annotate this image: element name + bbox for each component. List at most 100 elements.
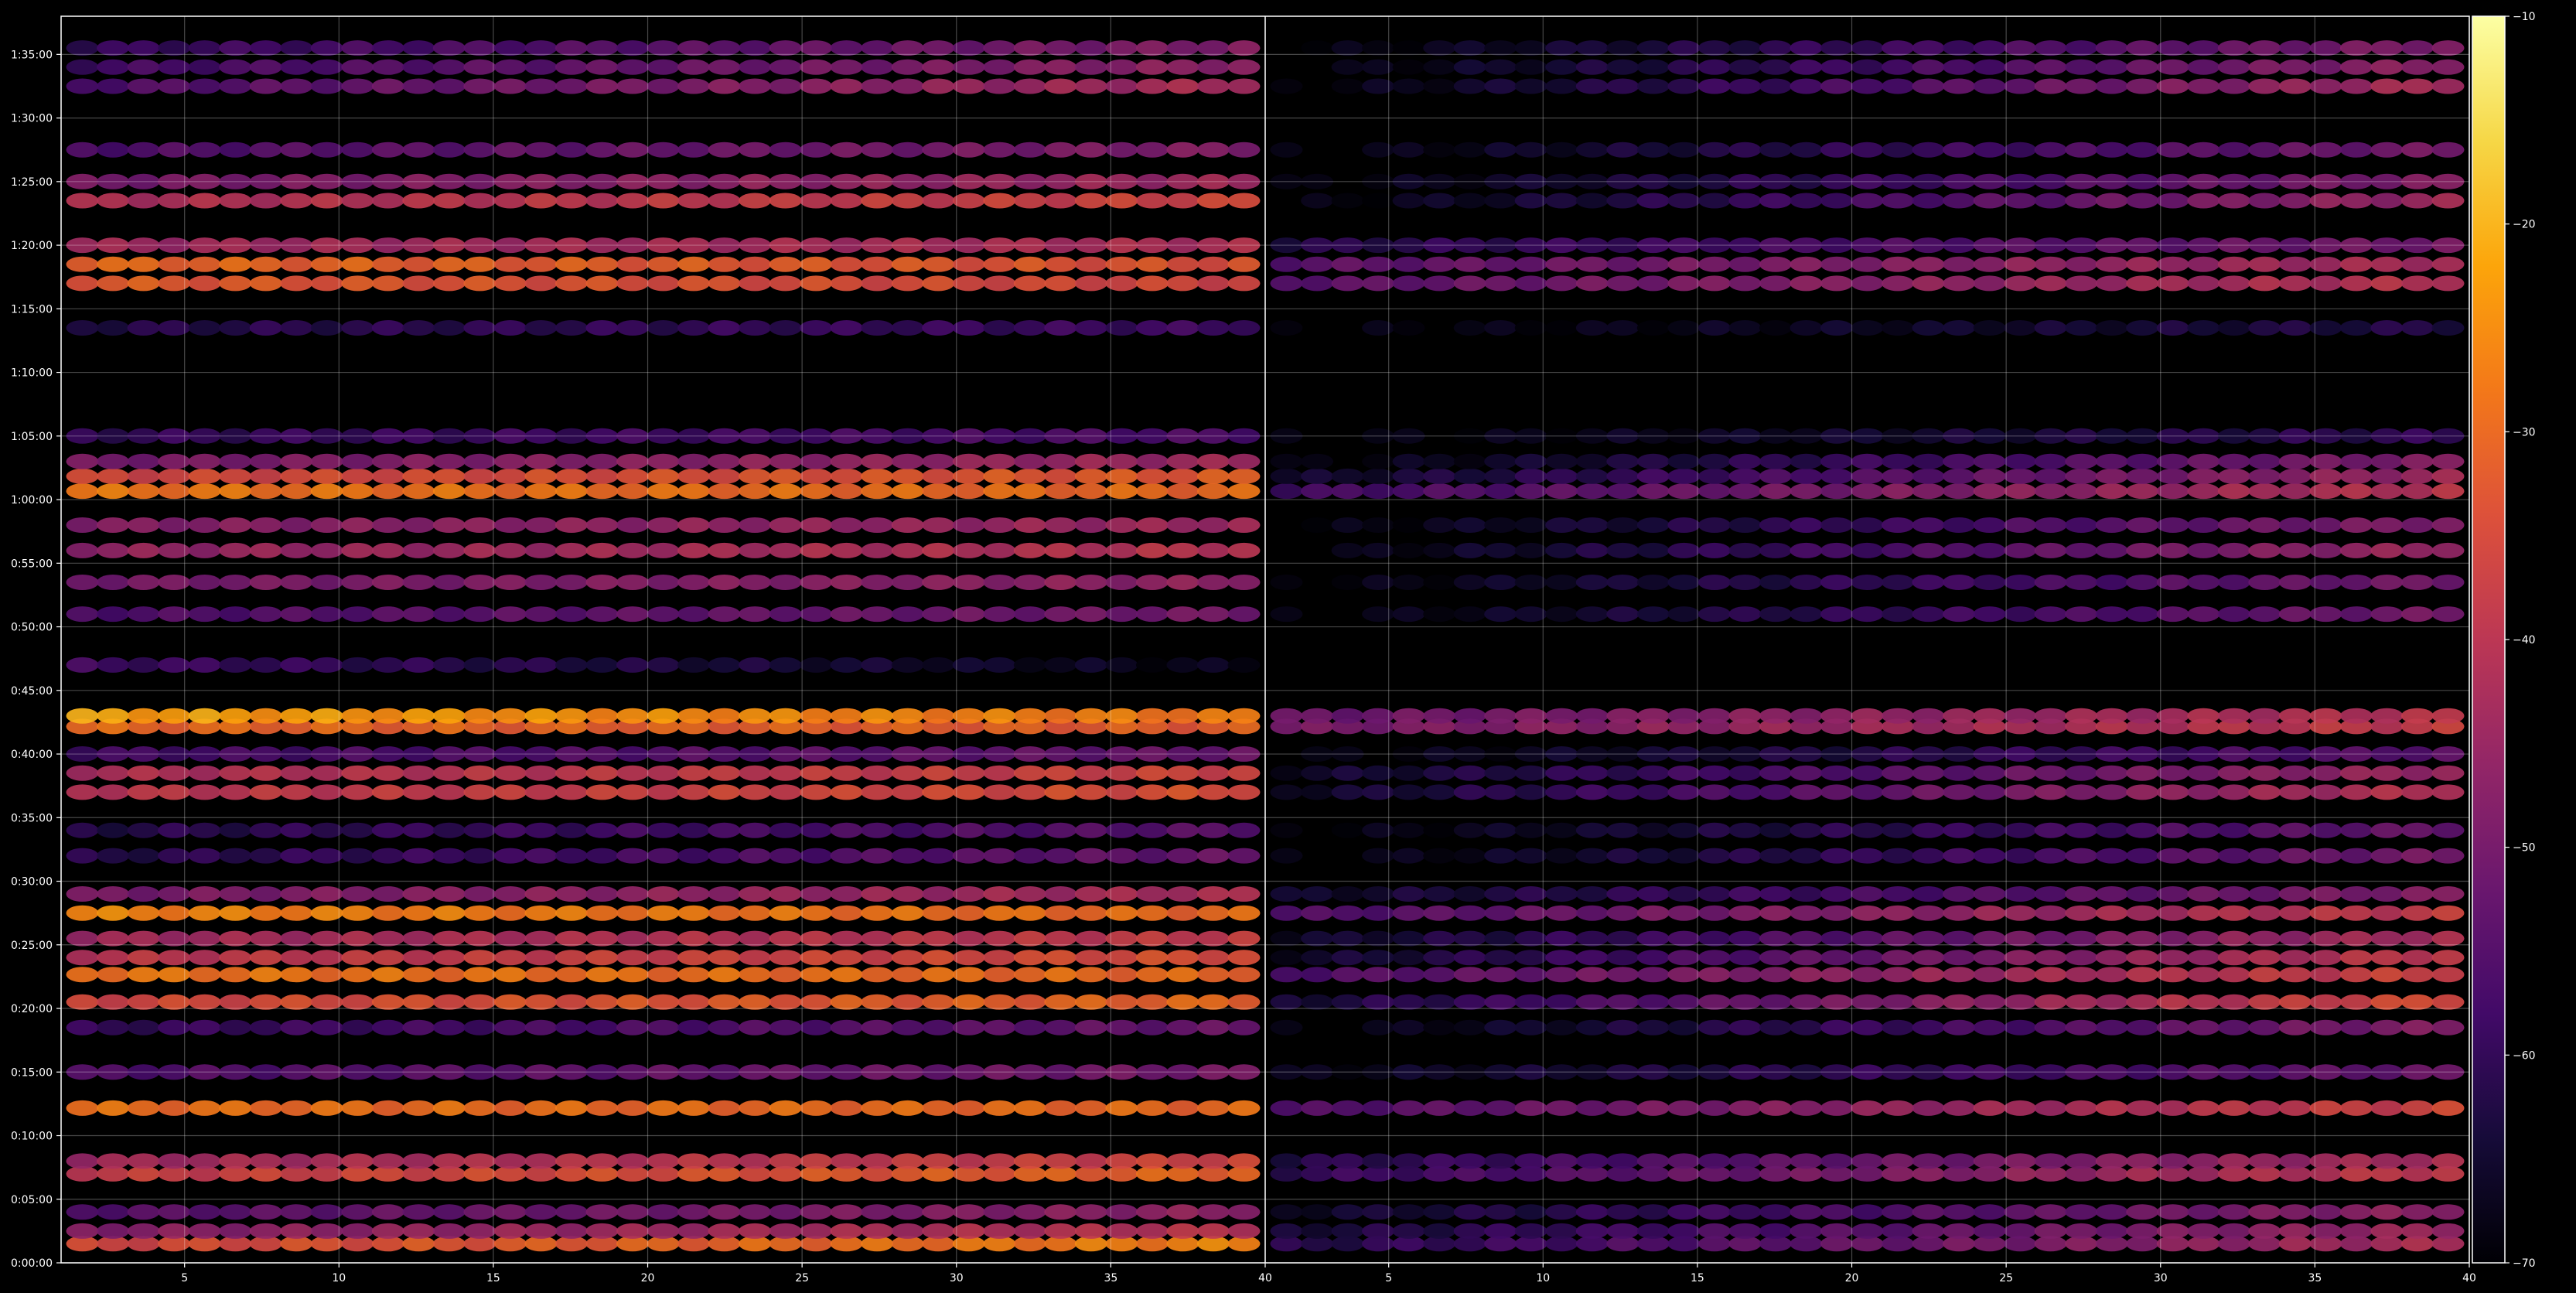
right-cell: [1943, 320, 1976, 336]
left-cell: [1074, 40, 1107, 56]
left-cell: [158, 657, 191, 673]
right-cell: [2034, 78, 2067, 94]
left-cell: [493, 886, 527, 902]
right-cell: [1545, 967, 1578, 983]
left-cell: [1013, 1019, 1046, 1035]
left-cell: [554, 1204, 588, 1220]
left-cell: [830, 193, 863, 209]
right-cell: [1973, 575, 2006, 590]
left-cell: [310, 453, 343, 469]
right-cell: [1790, 542, 1823, 558]
left-cell: [493, 822, 527, 838]
left-cell: [219, 142, 252, 158]
left-cell: [524, 606, 558, 623]
colorbar-gradient: [2472, 16, 2505, 1263]
left-cell: [188, 930, 221, 947]
left-cell: [493, 1153, 527, 1169]
right-cell: [1667, 40, 1701, 56]
right-cell: [2309, 575, 2342, 590]
left-cell: [310, 78, 343, 94]
left-cell: [310, 275, 343, 292]
right-cell: [2309, 950, 2342, 966]
right-cell: [1362, 1100, 1395, 1116]
right-cell: [1270, 905, 1303, 921]
left-cell: [952, 275, 985, 292]
left-band-36: [66, 142, 1261, 158]
right-cell: [2400, 78, 2434, 94]
left-cell: [677, 606, 710, 623]
left-cell: [1166, 822, 1199, 838]
left-cell: [249, 256, 282, 272]
right-cell: [2126, 765, 2159, 781]
right-cell: [1392, 784, 1425, 800]
left-cell: [800, 950, 833, 966]
right-cell: [1912, 275, 1945, 292]
right-cell: [2339, 848, 2373, 864]
left-cell: [769, 1019, 802, 1035]
right-cell: [1392, 483, 1425, 500]
left-cell: [127, 994, 160, 1010]
right-cell: [1790, 193, 1823, 209]
left-cell: [1044, 967, 1077, 983]
right-cell: [1392, 930, 1425, 947]
right-cell: [1271, 60, 1303, 75]
right-cell: [2156, 708, 2189, 724]
left-cell: [800, 59, 833, 75]
right-cell: [2095, 1019, 2128, 1035]
right-cell: [1575, 1223, 1609, 1239]
left-cell: [922, 542, 955, 558]
left-cell: [310, 59, 343, 75]
right-cell: [2004, 59, 2037, 75]
left-cell: [1105, 657, 1138, 673]
right-cell: [1362, 1223, 1395, 1239]
left-cell: [983, 575, 1016, 590]
right-cell: [2004, 967, 2037, 983]
left-cell: [1013, 765, 1046, 781]
right-cell: [1484, 1153, 1517, 1169]
right-cell: [1392, 848, 1425, 864]
right-cell: [1484, 453, 1517, 469]
right-cell: [2156, 765, 2189, 781]
left-cell: [158, 784, 191, 800]
right-cell: [2248, 967, 2281, 983]
right-cell: [1973, 606, 2006, 623]
left-cell: [188, 1223, 221, 1239]
right-cell: [2187, 320, 2220, 336]
left-cell: [983, 256, 1016, 272]
left-cell: [341, 822, 374, 838]
right-cell: [2217, 542, 2250, 558]
left-cell: [219, 193, 252, 209]
right-cell: [2400, 193, 2434, 209]
right-cell: [1636, 59, 1670, 75]
left-cell: [1074, 1223, 1107, 1239]
right-cell: [1943, 575, 1976, 590]
right-cell: [1759, 994, 1792, 1010]
left-cell: [432, 950, 466, 966]
right-cell: [2156, 256, 2189, 272]
left-cell: [830, 905, 863, 921]
left-cell: [1196, 822, 1230, 838]
left-cell: [616, 256, 649, 272]
left-cell: [493, 193, 527, 209]
left-cell: [188, 1100, 221, 1116]
right-cell: [1270, 606, 1303, 623]
left-cell: [341, 275, 374, 292]
left-cell: [371, 320, 404, 336]
left-cell: [1227, 1019, 1261, 1035]
left-band-31: [66, 275, 1261, 292]
right-cell: [1453, 1153, 1486, 1169]
right-cell: [1636, 905, 1670, 921]
left-cell: [1227, 275, 1261, 292]
left-cell: [1135, 930, 1169, 947]
right-cell: [1301, 967, 1334, 983]
left-cell: [188, 708, 221, 724]
right-cell: [1636, 606, 1670, 623]
right-cell: [1423, 320, 1455, 336]
right-cell: [2065, 950, 2098, 966]
right-cell: [2248, 256, 2281, 272]
right-cell: [1606, 930, 1639, 947]
left-cell: [952, 930, 985, 947]
left-cell: [677, 765, 710, 781]
left-cell: [677, 59, 710, 75]
right-cell: [2217, 822, 2250, 838]
